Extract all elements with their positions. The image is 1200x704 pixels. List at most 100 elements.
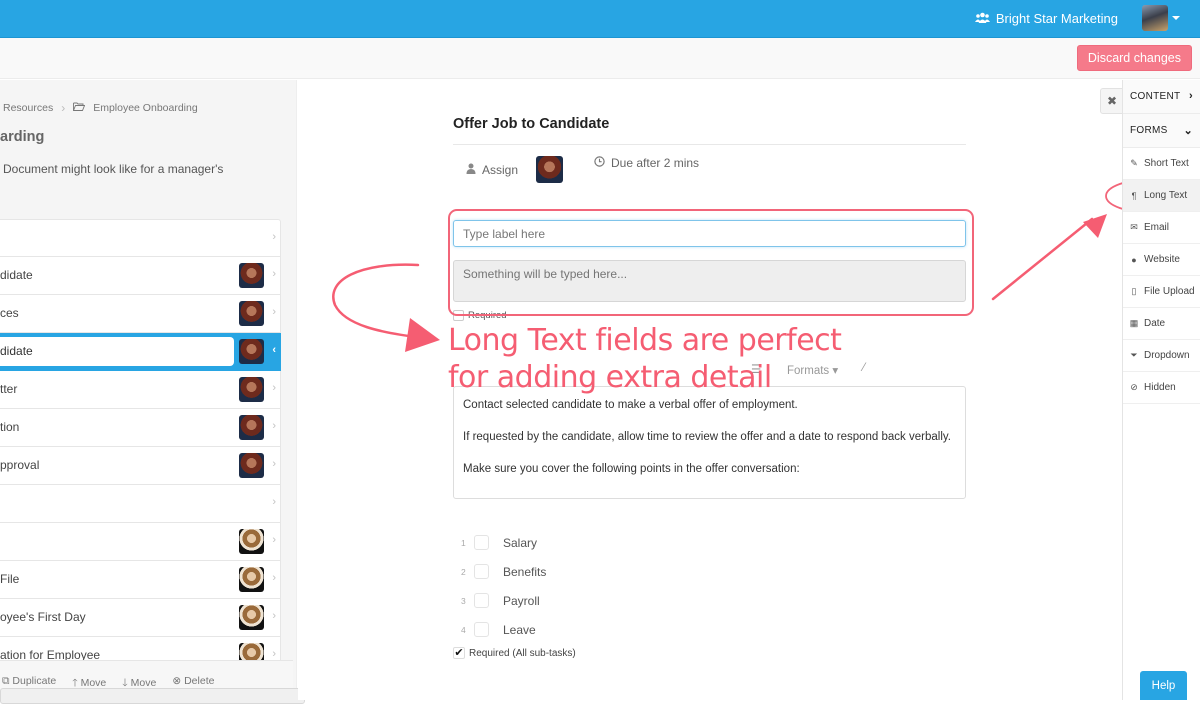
section-forms[interactable]: FORMS ⌄ bbox=[1123, 114, 1200, 148]
task-item[interactable]: didate › bbox=[0, 257, 281, 295]
widget-label: Website bbox=[1144, 254, 1180, 265]
discard-changes-button[interactable]: Discard changes bbox=[1076, 45, 1192, 71]
assign-button[interactable]: Assign bbox=[466, 156, 564, 183]
widgets-sidebar: CONTENT › FORMS ⌄ ✎ Short Text ¶ Long Te… bbox=[1122, 80, 1200, 700]
subtask-label[interactable]: Salary bbox=[503, 536, 537, 550]
breadcrumb-item-employee-onboarding[interactable]: Employee Onboarding bbox=[93, 102, 197, 114]
widget-date[interactable]: ▦ Date bbox=[1123, 308, 1200, 340]
widget-label: File Upload bbox=[1144, 286, 1195, 297]
horizontal-scrollbar[interactable] bbox=[0, 688, 305, 704]
assignee-avatar bbox=[239, 301, 264, 326]
assign-label: Assign bbox=[482, 162, 519, 177]
widget-dropdown[interactable]: ⏷ Dropdown bbox=[1123, 340, 1200, 372]
task-item[interactable]: pproval › bbox=[0, 447, 281, 485]
required-all-label: Required (All sub-tasks) bbox=[469, 647, 576, 659]
widget-label: Date bbox=[1144, 318, 1166, 329]
subtask-label[interactable]: Leave bbox=[503, 623, 536, 637]
required-all-subtasks-checkbox[interactable]: ✔ Required (All sub-tasks) bbox=[453, 647, 576, 659]
magic-wand-icon[interactable]: ⁄ bbox=[863, 362, 865, 374]
subtask-list: 1 Salary 2 Benefits 3 Payroll 4 Leave bbox=[453, 528, 546, 644]
subtask-item: 1 Salary bbox=[453, 528, 546, 557]
task-label: ces bbox=[0, 306, 19, 320]
section-label: CONTENT bbox=[1130, 91, 1181, 102]
assignee-avatar bbox=[239, 529, 264, 554]
subtask-checkbox[interactable] bbox=[474, 564, 489, 579]
assignee-avatar bbox=[239, 263, 264, 288]
dropdown-icon: ⏷ bbox=[1130, 350, 1138, 360]
task-item[interactable]: › bbox=[0, 219, 281, 257]
breadcrumb: Resources › Employee Onboarding bbox=[3, 101, 198, 115]
edit-icon: ✎ bbox=[1130, 158, 1138, 168]
breadcrumb-item-resources[interactable]: Resources bbox=[3, 102, 53, 114]
delete-label: Delete bbox=[184, 675, 215, 687]
organization-switcher[interactable]: Bright Star Marketing bbox=[974, 11, 1118, 26]
task-title[interactable]: Offer Job to Candidate bbox=[453, 116, 609, 132]
subtask-checkbox[interactable] bbox=[474, 535, 489, 550]
help-button[interactable]: Help bbox=[1140, 671, 1187, 700]
task-item[interactable]: tter › bbox=[0, 371, 281, 409]
clock-icon bbox=[594, 156, 605, 170]
workflow-panel: Resources › Employee Onboarding arding D… bbox=[0, 80, 305, 704]
task-description-editor[interactable]: Contact selected candidate to make a ver… bbox=[453, 386, 966, 499]
subtask-checkbox[interactable] bbox=[474, 622, 489, 637]
widget-email[interactable]: ✉ Email bbox=[1123, 212, 1200, 244]
task-item[interactable]: › bbox=[0, 523, 281, 561]
chevron-right-icon: › bbox=[272, 420, 276, 432]
subtask-label[interactable]: Benefits bbox=[503, 565, 546, 579]
widget-label: Hidden bbox=[1144, 382, 1176, 393]
folder-open-icon bbox=[73, 102, 86, 114]
user-menu-caret-icon[interactable] bbox=[1172, 16, 1180, 20]
section-content[interactable]: CONTENT › bbox=[1123, 80, 1200, 114]
assignee-avatar bbox=[239, 415, 264, 440]
checkmark-icon[interactable]: ✔ bbox=[453, 647, 465, 659]
widget-website[interactable]: ● Website bbox=[1123, 244, 1200, 276]
workflow-description: Document might look like for a manager's bbox=[3, 162, 224, 176]
task-label: tion bbox=[0, 420, 20, 434]
due-date-button[interactable]: Due after 2 mins bbox=[594, 156, 699, 170]
widget-hidden[interactable]: ⊘ Hidden bbox=[1123, 372, 1200, 404]
assignee-avatar bbox=[239, 377, 264, 402]
breadcrumb-separator-icon: › bbox=[61, 101, 66, 115]
description-paragraph: Make sure you cover the following points… bbox=[463, 463, 800, 475]
task-label: pproval bbox=[0, 458, 40, 472]
top-navigation-bar: Bright Star Marketing bbox=[0, 0, 1200, 38]
subtask-number: 4 bbox=[461, 624, 466, 635]
action-bar: Discard changes bbox=[0, 38, 1200, 79]
annotation-line: for adding extra detail bbox=[448, 360, 772, 395]
chevron-right-icon: › bbox=[272, 306, 276, 318]
chevron-right-icon: › bbox=[272, 572, 276, 584]
eye-slash-icon: ⊘ bbox=[1130, 382, 1138, 392]
widget-label: Long Text bbox=[1144, 190, 1188, 201]
assignee-avatar bbox=[239, 453, 264, 478]
subtask-item: 3 Payroll bbox=[453, 586, 546, 615]
assignee-avatar[interactable] bbox=[536, 156, 564, 183]
task-item[interactable]: oyee's First Day › bbox=[0, 599, 281, 637]
subtask-item: 2 Benefits bbox=[453, 557, 546, 586]
widget-label: Dropdown bbox=[1144, 350, 1190, 361]
subtask-number: 2 bbox=[461, 566, 466, 577]
task-item[interactable]: › bbox=[0, 485, 281, 523]
user-icon bbox=[466, 163, 476, 177]
subtask-item: 4 Leave bbox=[453, 615, 546, 644]
task-item[interactable]: ces › bbox=[0, 295, 281, 333]
widget-short-text[interactable]: ✎ Short Text bbox=[1123, 148, 1200, 180]
chevron-down-icon: ⌄ bbox=[1183, 125, 1193, 137]
widget-file-upload[interactable]: ▯ File Upload bbox=[1123, 276, 1200, 308]
section-label: FORMS bbox=[1130, 125, 1168, 136]
chevron-right-icon: › bbox=[272, 534, 276, 546]
task-item-active[interactable]: didate ‹ bbox=[0, 333, 281, 371]
user-avatar[interactable] bbox=[1142, 5, 1168, 31]
task-item[interactable]: tion › bbox=[0, 409, 281, 447]
envelope-icon: ✉ bbox=[1130, 222, 1138, 232]
subtask-checkbox[interactable] bbox=[474, 593, 489, 608]
chevron-right-icon: › bbox=[272, 648, 276, 660]
subtask-label[interactable]: Payroll bbox=[503, 594, 540, 608]
close-panel-button[interactable]: ✖ bbox=[1100, 88, 1124, 114]
chevron-right-icon: › bbox=[1189, 90, 1193, 102]
widget-long-text[interactable]: ¶ Long Text bbox=[1123, 180, 1200, 212]
task-item[interactable]: File › bbox=[0, 561, 281, 599]
users-icon bbox=[974, 11, 990, 26]
assignee-avatar bbox=[239, 339, 264, 364]
annotation-highlight-box bbox=[448, 209, 974, 316]
task-label-input[interactable] bbox=[0, 337, 234, 366]
